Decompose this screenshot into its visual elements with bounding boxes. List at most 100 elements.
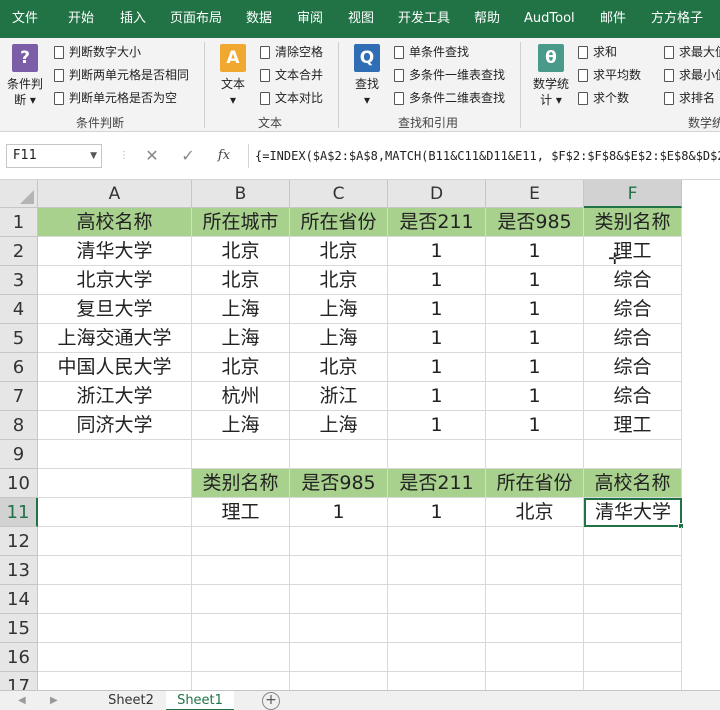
row-header[interactable]: 13 [0, 556, 38, 585]
grid-cell[interactable]: 北京 [290, 266, 388, 295]
text-merge-button[interactable]: 文本合并 [258, 65, 323, 85]
row-header[interactable]: 6 [0, 353, 38, 382]
multi-condition-2d-lookup-button[interactable]: 多条件二维表查找 [392, 88, 505, 108]
max-button[interactable]: 求最大值 [662, 42, 720, 62]
grid-cell[interactable]: 北京大学 [38, 266, 192, 295]
add-sheet-button[interactable]: + [262, 692, 280, 710]
grid-cell[interactable]: 1 [388, 498, 486, 527]
grid-cell[interactable]: 类别名称 [584, 208, 682, 237]
grid-cell[interactable] [486, 672, 584, 690]
condition-judge-button[interactable]: ? 条件判 断 ▾ [2, 44, 48, 114]
min-button[interactable]: 求最小值 [662, 65, 720, 85]
column-header[interactable]: C [290, 180, 388, 208]
grid-cell[interactable]: 综合 [584, 382, 682, 411]
grid-cell[interactable]: 上海 [192, 411, 290, 440]
grid-cell[interactable]: 浙江 [290, 382, 388, 411]
grid-cell[interactable] [290, 440, 388, 469]
ribbon-tab[interactable]: 邮件 [600, 0, 626, 38]
ribbon-tab[interactable]: 方方格子 [651, 0, 703, 38]
grid-cell[interactable]: 1 [388, 266, 486, 295]
grid-cell[interactable]: 上海交通大学 [38, 324, 192, 353]
grid-cell[interactable] [192, 672, 290, 690]
grid-cell[interactable]: 是否211 [388, 469, 486, 498]
grid-cell[interactable]: 1 [486, 411, 584, 440]
math-stats-button[interactable]: θ 数学统 计 ▾ [526, 44, 576, 114]
grid-cell[interactable]: 复旦大学 [38, 295, 192, 324]
grid-cell[interactable]: 北京 [192, 266, 290, 295]
grid-cell[interactable]: 1 [486, 382, 584, 411]
judge-number-size-button[interactable]: 判断数字大小 [52, 42, 141, 62]
grid-cell[interactable] [290, 643, 388, 672]
grid-cell[interactable] [290, 556, 388, 585]
grid-cell[interactable] [584, 440, 682, 469]
column-header[interactable]: E [486, 180, 584, 208]
ribbon-tab[interactable]: AudTool [524, 0, 575, 38]
sheet-tab-sheet2[interactable]: Sheet2 [96, 691, 166, 710]
grid-cell[interactable]: 综合 [584, 295, 682, 324]
grid-cell[interactable] [192, 440, 290, 469]
column-header[interactable]: B [192, 180, 290, 208]
grid-cell[interactable] [38, 556, 192, 585]
grid-cell[interactable] [388, 440, 486, 469]
grid-cell[interactable] [290, 585, 388, 614]
ribbon-tab[interactable]: 数据 [246, 0, 272, 38]
grid-cell[interactable] [584, 527, 682, 556]
grid-cell[interactable] [38, 672, 192, 690]
name-box[interactable]: F11 ▼ [6, 144, 102, 168]
grid-cell[interactable]: 1 [388, 324, 486, 353]
row-header[interactable]: 15 [0, 614, 38, 643]
grid-cell[interactable]: 浙江大学 [38, 382, 192, 411]
ribbon-tab[interactable]: 开始 [68, 0, 94, 38]
grid-cell[interactable] [290, 672, 388, 690]
grid-cell[interactable]: 1 [388, 295, 486, 324]
grid-cell[interactable] [486, 585, 584, 614]
ribbon-tab[interactable]: 审阅 [297, 0, 323, 38]
lookup-button[interactable]: Q 查找 ▾ [344, 44, 390, 114]
formula-input[interactable]: {=INDEX($A$2:$A$8,MATCH(B11&C11&D11&E11,… [248, 144, 720, 168]
next-sheet-icon[interactable]: ▶ [50, 691, 58, 710]
row-header[interactable]: 2 [0, 237, 38, 266]
row-header[interactable]: 16 [0, 643, 38, 672]
row-header[interactable]: 10 [0, 469, 38, 498]
row-header[interactable]: 4 [0, 295, 38, 324]
grid-cell[interactable]: 1 [486, 295, 584, 324]
grid-cell[interactable]: 理工 [584, 237, 682, 266]
grid-cell[interactable]: 1 [486, 237, 584, 266]
grid-cell[interactable]: 综合 [584, 266, 682, 295]
grid-cell[interactable] [388, 614, 486, 643]
text-compare-button[interactable]: 文本对比 [258, 88, 323, 108]
grid-cell[interactable]: 理工 [192, 498, 290, 527]
rank-button[interactable]: 求排名 [662, 88, 715, 108]
prev-sheet-icon[interactable]: ◀ [18, 691, 26, 710]
grid-cell[interactable]: 综合 [584, 324, 682, 353]
grid-cell[interactable] [388, 643, 486, 672]
grid-cell[interactable]: 上海 [290, 295, 388, 324]
grid-cell[interactable] [290, 614, 388, 643]
grid-cell[interactable] [192, 614, 290, 643]
grid-cell[interactable]: 理工 [584, 411, 682, 440]
grid-cell[interactable] [486, 440, 584, 469]
grid-cell[interactable]: 1 [486, 324, 584, 353]
text-button[interactable]: A 文本 ▾ [210, 44, 256, 114]
grid-cell[interactable] [584, 672, 682, 690]
grid-cell[interactable] [584, 556, 682, 585]
clear-spaces-button[interactable]: 清除空格 [258, 42, 323, 62]
sum-button[interactable]: 求和 [576, 42, 617, 62]
grid-cell[interactable]: 上海 [290, 324, 388, 353]
grid-cell[interactable]: 上海 [192, 324, 290, 353]
column-header[interactable]: F [584, 180, 682, 208]
grid-cell[interactable] [38, 585, 192, 614]
judge-cells-equal-button[interactable]: 判断两单元格是否相同 [52, 65, 189, 85]
grid-cell[interactable]: 清华大学 [38, 237, 192, 266]
grid-cell[interactable] [584, 614, 682, 643]
cancel-button[interactable]: ✕ [140, 144, 164, 168]
ribbon-tab[interactable]: 帮助 [474, 0, 500, 38]
insert-function-button[interactable]: fx [212, 144, 236, 168]
grid-cell[interactable]: 1 [388, 353, 486, 382]
ribbon-tab[interactable]: 插入 [120, 0, 146, 38]
grid-cell[interactable]: 北京 [486, 498, 584, 527]
row-header[interactable]: 8 [0, 411, 38, 440]
grid-cell[interactable]: 是否211 [388, 208, 486, 237]
grid-cell[interactable]: 1 [388, 382, 486, 411]
grid-cell[interactable]: 杭州 [192, 382, 290, 411]
